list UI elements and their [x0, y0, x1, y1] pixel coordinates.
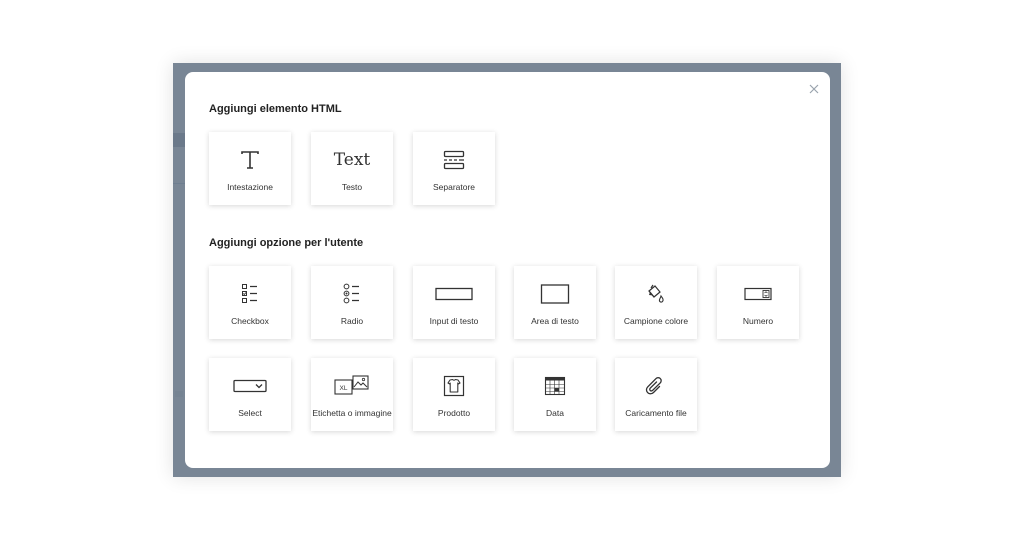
tile-label: Data	[546, 408, 564, 418]
size-tag-text: XL	[340, 385, 348, 392]
tile-intestazione[interactable]: Intestazione	[209, 132, 291, 205]
user-section-title: Aggiungi opzione per l'utente	[209, 237, 364, 249]
tile-label: Caricamento file	[625, 408, 687, 418]
tile-label: Intestazione	[227, 182, 273, 192]
radio-icon	[343, 283, 359, 304]
tile-label: Etichetta o immagine	[312, 408, 392, 418]
tile-caricamento-file[interactable]: Caricamento file	[615, 358, 697, 431]
tile-input-di-testo[interactable]: Input di testo	[413, 266, 495, 339]
tile-prodotto[interactable]: Prodotto	[413, 358, 495, 431]
separator-icon	[443, 150, 465, 170]
heading-icon	[241, 151, 259, 169]
tile-label: Prodotto	[437, 408, 471, 418]
paperclip-icon	[645, 377, 662, 395]
tile-label: Input di testo	[429, 316, 479, 326]
tile-label: Testo	[341, 182, 363, 192]
tile-checkbox[interactable]: Checkbox	[209, 266, 291, 339]
tile-select[interactable]: Select	[209, 358, 291, 431]
select-icon	[233, 379, 267, 393]
text-icon: Text	[333, 150, 371, 170]
checkbox-icon	[242, 284, 257, 303]
tile-area-di-testo[interactable]: Area di testo	[514, 266, 596, 339]
add-element-dialog: Aggiungi elemento HTML Intestazione Text…	[185, 72, 830, 468]
tile-numero[interactable]: Numero	[717, 266, 799, 339]
product-icon	[443, 375, 465, 397]
calendar-icon	[544, 376, 566, 396]
label-image-icon: XL	[334, 375, 369, 395]
tile-label: Radio	[340, 316, 364, 326]
tile-testo[interactable]: Text Testo	[311, 132, 393, 205]
tile-campione-colore[interactable]: Campione colore	[615, 266, 697, 339]
tile-etichetta-o-immagine[interactable]: XL Etichetta o immagine	[311, 358, 393, 431]
color-swatch-icon	[648, 284, 664, 303]
tile-label: Checkbox	[231, 316, 269, 326]
tile-label: Campione colore	[623, 316, 689, 326]
tile-radio[interactable]: Radio	[311, 266, 393, 339]
text-input-icon	[435, 287, 473, 301]
html-section-title: Aggiungi elemento HTML	[209, 103, 342, 115]
close-icon	[809, 84, 819, 94]
tile-label: Select	[238, 408, 262, 418]
tile-data[interactable]: Data	[514, 358, 596, 431]
close-button[interactable]	[806, 81, 822, 97]
tile-separatore[interactable]: Separatore	[413, 132, 495, 205]
number-icon	[744, 287, 772, 301]
tile-label: Separatore	[432, 182, 476, 192]
tile-label: Area di testo	[531, 316, 579, 326]
text-area-icon	[540, 284, 570, 304]
tile-label: Numero	[742, 316, 774, 326]
